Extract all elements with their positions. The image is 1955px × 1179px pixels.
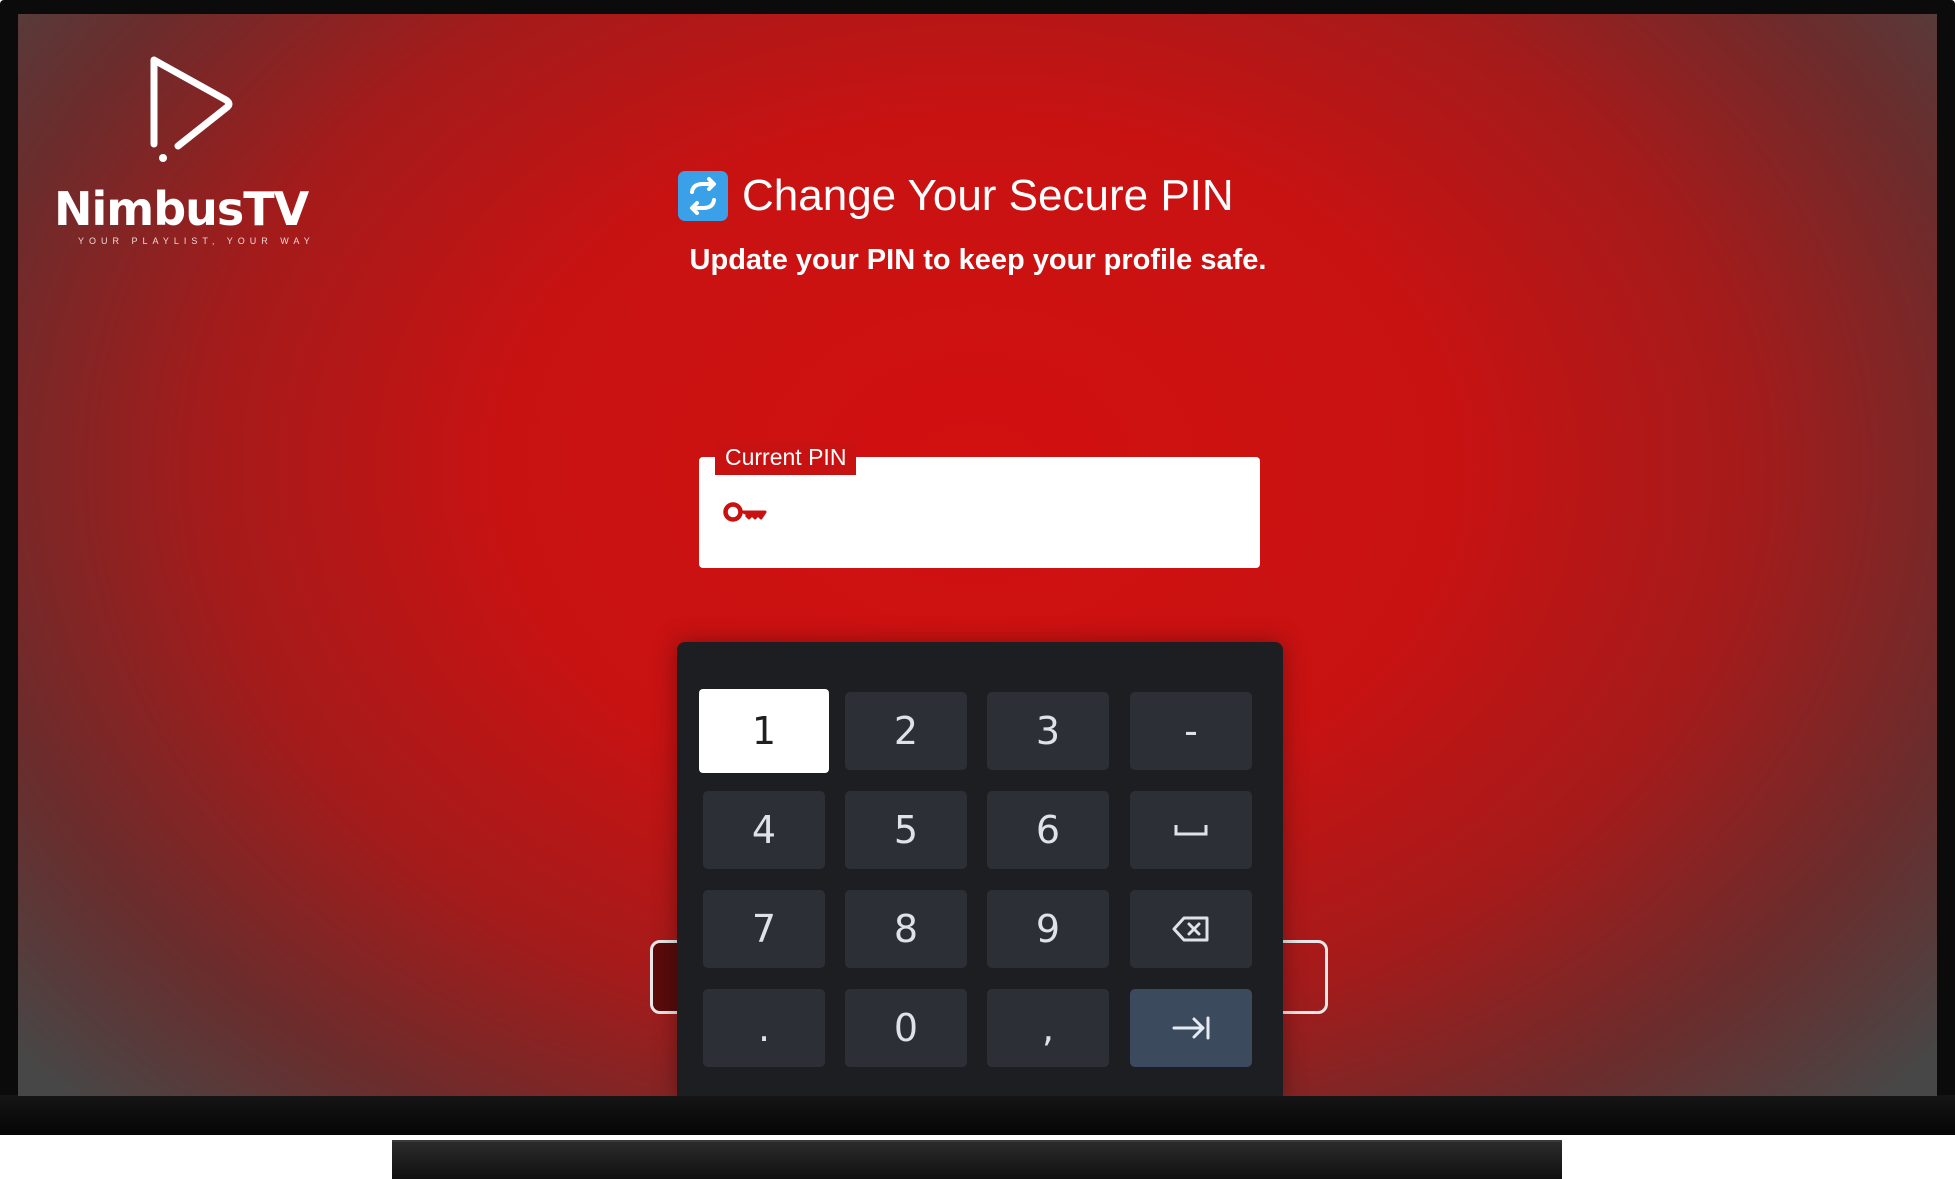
current-pin-label: Current PIN xyxy=(715,442,857,475)
key-8[interactable]: 8 xyxy=(845,890,967,968)
page-header: Change Your Secure PIN xyxy=(678,166,1234,226)
key-comma[interactable]: , xyxy=(987,989,1109,1067)
tv-stand xyxy=(392,1140,1562,1179)
app-tagline: YOUR PLAYLIST, YOUR WAY xyxy=(78,236,315,246)
key-9[interactable]: 9 xyxy=(987,890,1109,968)
tab-next-icon xyxy=(1172,1016,1210,1040)
onscreen-keyboard: 1 2 3 - 4 5 6 7 8 9 . 0 , xyxy=(677,642,1283,1096)
space-icon xyxy=(1174,825,1208,836)
key-period[interactable]: . xyxy=(703,989,825,1067)
key-5[interactable]: 5 xyxy=(845,791,967,869)
page-subtitle: Update your PIN to keep your profile saf… xyxy=(689,244,1267,276)
key-3[interactable]: 3 xyxy=(987,692,1109,770)
app-logo: NimbusTV YOUR PLAYLIST, YOUR WAY xyxy=(54,52,314,252)
key-1[interactable]: 1 xyxy=(699,689,829,773)
arrows-counterclockwise-icon xyxy=(678,171,728,221)
backspace-icon xyxy=(1172,916,1209,942)
key-6[interactable]: 6 xyxy=(987,791,1109,869)
key-0[interactable]: 0 xyxy=(845,989,967,1067)
key-space[interactable] xyxy=(1130,791,1252,869)
app-name: NimbusTV xyxy=(54,182,309,236)
tv-bezel xyxy=(0,1095,1955,1135)
tv-screen: NimbusTV YOUR PLAYLIST, YOUR WAY Change … xyxy=(18,14,1937,1096)
key-dash[interactable]: - xyxy=(1130,692,1252,770)
key-4[interactable]: 4 xyxy=(703,791,825,869)
key-next[interactable] xyxy=(1130,989,1252,1067)
key-backspace[interactable] xyxy=(1130,890,1252,968)
key-icon xyxy=(723,502,767,522)
key-2[interactable]: 2 xyxy=(845,692,967,770)
key-7[interactable]: 7 xyxy=(703,890,825,968)
page-title: Change Your Secure PIN xyxy=(742,171,1234,220)
play-triangle-icon xyxy=(150,56,233,162)
current-pin-input[interactable] xyxy=(775,485,1239,543)
